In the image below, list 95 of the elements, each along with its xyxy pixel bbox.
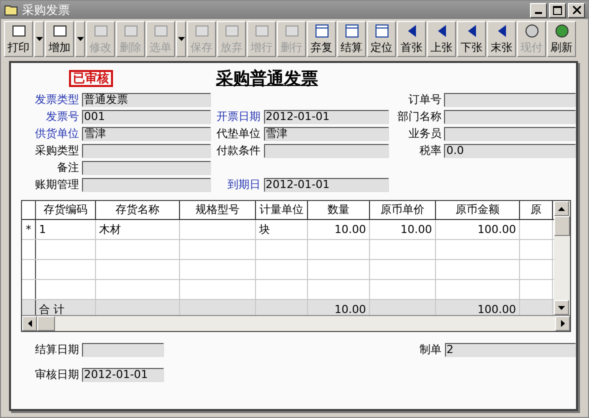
toolbar-icon [374, 23, 390, 39]
toolbar-icon [92, 23, 108, 39]
toolbar-icon [152, 23, 168, 39]
field-label: 代垫单位 [216, 126, 261, 141]
toolbar-button[interactable]: 末张 [487, 21, 516, 57]
dropdown-button[interactable] [176, 21, 186, 57]
caret-icon [178, 37, 184, 41]
toolbar-icon [554, 23, 570, 39]
field-label: 制单 [418, 342, 442, 357]
toolbar-button[interactable]: 定位 [367, 21, 396, 57]
input-field[interactable] [82, 160, 211, 174]
input-field[interactable] [444, 110, 576, 124]
field-label: 供货单位 [34, 126, 79, 141]
field-label: 账期管理 [34, 177, 79, 192]
table-cell: 块 [256, 220, 308, 239]
input-field[interactable] [82, 144, 211, 158]
field-label: 部门名称 [396, 109, 442, 124]
minimize-button[interactable] [530, 2, 547, 18]
toolbar-button[interactable]: 上张 [427, 21, 456, 57]
scroll-thumb[interactable] [554, 216, 570, 236]
column-header[interactable]: 存货名称 [96, 201, 180, 219]
field-label: 到期日 [226, 177, 261, 192]
toolbar-icon [10, 23, 26, 39]
dropdown-button[interactable] [75, 21, 85, 57]
toolbar-icon [524, 23, 540, 39]
toolbar-button[interactable]: 结算 [337, 21, 366, 57]
horizontal-scrollbar[interactable] [22, 315, 570, 331]
field-label: 订单号 [407, 92, 442, 107]
input-field[interactable] [82, 178, 211, 192]
input-field[interactable]: 2 [444, 342, 576, 356]
window-title: 采购发票 [22, 2, 70, 18]
toolbar-button[interactable]: 首张 [397, 21, 426, 57]
input-field[interactable]: 2012-01-01 [264, 178, 389, 192]
field-label: 开票日期 [216, 109, 261, 124]
folder-icon [4, 4, 18, 16]
input-field[interactable] [82, 342, 164, 356]
close-icon [572, 6, 580, 14]
toolbar-icon [224, 23, 240, 39]
field-label: 备注 [56, 160, 79, 175]
toolbar-icon [122, 23, 138, 39]
column-header[interactable]: 存货编码 [36, 201, 96, 219]
form-title: 采购普通发票 [216, 68, 318, 90]
toolbar-button[interactable]: 弃复 [307, 21, 336, 57]
field-label: 发票类型 [34, 92, 79, 107]
column-header[interactable]: 原币单价 [370, 201, 436, 219]
field-label: 付款条件 [216, 143, 261, 158]
table-cell: 10.00 [370, 220, 436, 239]
input-field[interactable] [444, 92, 576, 106]
toolbar-icon [314, 23, 330, 39]
column-header[interactable]: 计量单位 [256, 201, 308, 219]
toolbar-button[interactable]: 刷新 [547, 21, 576, 57]
status-stamp: 已审核 [69, 70, 113, 86]
column-header[interactable]: 原 [520, 201, 553, 219]
column-header[interactable]: 原币金额 [436, 201, 520, 219]
toolbar-button[interactable]: 打印 [4, 21, 33, 57]
caret-icon [36, 37, 42, 41]
input-field[interactable]: 雪津 [264, 126, 389, 140]
column-header[interactable]: 规格型号 [180, 201, 256, 219]
toolbar-icon [344, 23, 360, 39]
toolbar-icon [194, 23, 210, 39]
maximize-button[interactable] [549, 2, 566, 18]
toolbar-button[interactable]: 增加 [45, 21, 74, 57]
toolbar-button[interactable]: 下张 [457, 21, 486, 57]
field-label: 采购类型 [34, 143, 79, 158]
maximize-icon [553, 6, 562, 14]
input-field[interactable]: 2012-01-01 [264, 110, 389, 124]
caret-icon [76, 37, 84, 41]
table-cell: 10.00 [308, 220, 370, 239]
table-cell: 1 [36, 220, 96, 239]
input-field[interactable]: 雪津 [82, 126, 211, 140]
toolbar-icon [52, 23, 68, 39]
scroll-thumb[interactable] [37, 316, 55, 331]
field-label: 结算日期 [34, 342, 79, 357]
vertical-scrollbar[interactable] [554, 201, 570, 315]
field-label: 税率 [418, 143, 442, 158]
field-label: 审核日期 [34, 367, 79, 382]
arrow-up-icon [558, 206, 565, 210]
table-cell: 木材 [96, 220, 180, 239]
input-field[interactable]: 普通发票 [82, 92, 211, 106]
input-field[interactable] [264, 144, 389, 158]
column-header[interactable]: 数量 [308, 201, 370, 219]
input-field[interactable]: 0.0 [444, 144, 576, 158]
arrow-right-icon [560, 320, 564, 327]
arrow-down-icon [558, 306, 565, 310]
input-field[interactable]: 001 [82, 110, 211, 124]
field-label: 业务员 [407, 126, 442, 141]
field-label: 发票号 [45, 109, 79, 124]
arrow-left-icon [28, 320, 32, 327]
toolbar-icon [254, 23, 270, 39]
table-cell: 100.00 [436, 220, 520, 239]
close-button[interactable] [568, 2, 585, 18]
dropdown-button[interactable] [34, 21, 44, 57]
toolbar-icon [284, 23, 300, 39]
input-field[interactable]: 2012-01-01 [82, 368, 164, 382]
input-field[interactable] [444, 126, 576, 140]
